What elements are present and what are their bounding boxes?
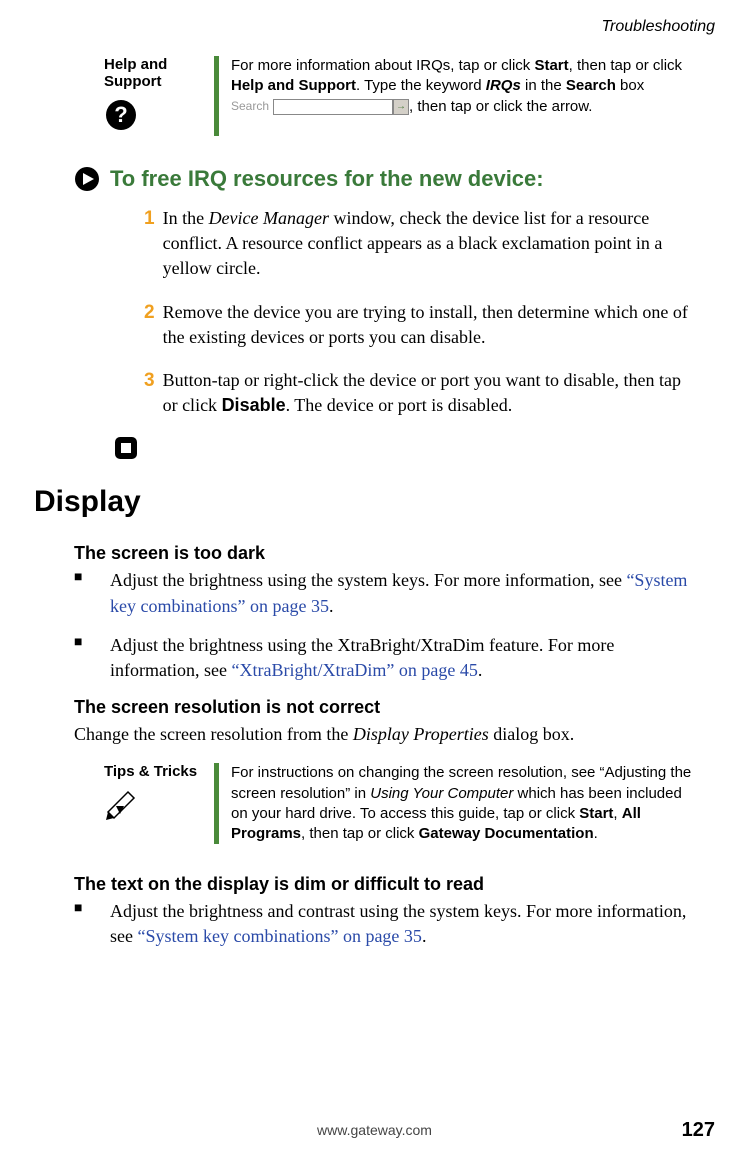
text-fragment: Adjust the brightness using the system k…: [110, 570, 626, 590]
svg-text:?: ?: [114, 102, 127, 127]
numbered-list: 1 In the Device Manager window, check th…: [144, 206, 695, 418]
text-fragment: .: [422, 926, 427, 946]
help-support-callout: Help and Support ? For more information …: [104, 56, 695, 136]
procedure-heading: To free IRQ resources for the new device…: [110, 166, 544, 192]
bullet-item: ■ Adjust the brightness and contrast usi…: [74, 899, 705, 949]
cross-ref-link[interactable]: “XtraBright/XtraDim” on page 45: [231, 660, 477, 680]
body-paragraph: Change the screen resolution from the Di…: [74, 722, 705, 747]
text-fragment: ,: [613, 805, 621, 822]
callout-bold-start: Start: [534, 57, 568, 74]
help-question-icon: ?: [104, 98, 214, 136]
sub-heading-resolution: The screen resolution is not correct: [74, 697, 715, 718]
bullet-item: ■ Adjust the brightness using the system…: [74, 568, 705, 618]
text-fragment: dialog box.: [489, 724, 575, 744]
step-fragment: . The device or port is disabled.: [286, 395, 513, 415]
callout-body: For more information about IRQs, tap or …: [231, 56, 695, 136]
bullet-item: ■ Adjust the brightness using the XtraBr…: [74, 633, 705, 683]
bullet-square-icon: ■: [74, 899, 110, 949]
step-text: Remove the device you are trying to inst…: [163, 300, 695, 350]
callout-bold-search: Search: [566, 77, 616, 94]
footer-url: www.gateway.com: [317, 1122, 432, 1138]
text-fragment: .: [329, 596, 334, 616]
play-arrow-icon: [74, 166, 100, 192]
search-field-graphic: [273, 99, 393, 115]
cross-ref-link[interactable]: “System key combinations” on page 35: [137, 926, 421, 946]
list-item: 2 Remove the device you are trying to in…: [144, 300, 695, 350]
callout-label-column: Help and Support ?: [104, 56, 214, 136]
bullet-square-icon: ■: [74, 568, 110, 618]
bullet-square-icon: ■: [74, 633, 110, 683]
step-text: In the Device Manager window, check the …: [163, 206, 695, 282]
text-fragment: .: [478, 660, 483, 680]
step-fragment: In the: [163, 208, 209, 228]
text-bold: Gateway Documentation: [419, 825, 594, 842]
bullet-text: Adjust the brightness using the XtraBrig…: [110, 633, 705, 683]
search-box-graphic: Search →: [231, 98, 409, 114]
tips-tricks-label: Tips & Tricks: [104, 763, 214, 780]
callout-text: in the: [521, 77, 566, 94]
callout-text: For more information about IRQs, tap or …: [231, 57, 534, 74]
search-go-arrow-icon: →: [393, 99, 409, 115]
list-item: 3 Button-tap or right-click the device o…: [144, 368, 695, 418]
text-fragment: , then tap or click: [301, 825, 419, 842]
step-number: 2: [144, 300, 155, 350]
search-label: Search: [231, 98, 269, 114]
callout-divider: [214, 763, 219, 844]
bullet-text: Adjust the brightness using the system k…: [110, 568, 705, 618]
step-number: 3: [144, 368, 155, 418]
help-support-label: Help and Support: [104, 56, 214, 90]
running-header: Troubleshooting: [34, 18, 715, 36]
list-item: 1 In the Device Manager window, check th…: [144, 206, 695, 282]
callout-keyword: IRQs: [486, 77, 521, 94]
callout-text: , then tap or click the arrow.: [409, 98, 592, 115]
page-footer: www.gateway.com 127: [0, 1122, 749, 1138]
bullet-text: Adjust the brightness and contrast using…: [110, 899, 705, 949]
sub-heading-dim: The text on the display is dim or diffic…: [74, 874, 715, 895]
step-number: 1: [144, 206, 155, 282]
page-number: 127: [682, 1119, 715, 1142]
callout-divider: [214, 56, 219, 136]
step-italic: Device Manager: [209, 208, 329, 228]
callout-bold-help: Help and Support: [231, 77, 356, 94]
tips-tricks-callout: Tips & Tricks For instructions on changi…: [104, 763, 695, 844]
text-italic: Display Properties: [353, 724, 489, 744]
procedure-heading-row: To free IRQ resources for the new device…: [74, 166, 715, 192]
callout-body: For instructions on changing the screen …: [231, 763, 695, 844]
text-bold: Start: [579, 805, 613, 822]
sub-heading-dark: The screen is too dark: [74, 543, 715, 564]
callout-label-column: Tips & Tricks: [104, 763, 214, 844]
step-text: Button-tap or right-click the device or …: [163, 368, 695, 418]
tips-icon: [104, 788, 214, 826]
callout-text: . Type the keyword: [356, 77, 486, 94]
step-bold: Disable: [222, 395, 286, 415]
callout-text: box: [616, 77, 644, 94]
stop-end-icon: [114, 436, 715, 465]
text-italic: Using Your Computer: [370, 785, 513, 802]
callout-text: , then tap or click: [569, 57, 682, 74]
text-fragment: .: [594, 825, 598, 842]
text-fragment: Change the screen resolution from the: [74, 724, 353, 744]
display-heading: Display: [34, 485, 715, 519]
